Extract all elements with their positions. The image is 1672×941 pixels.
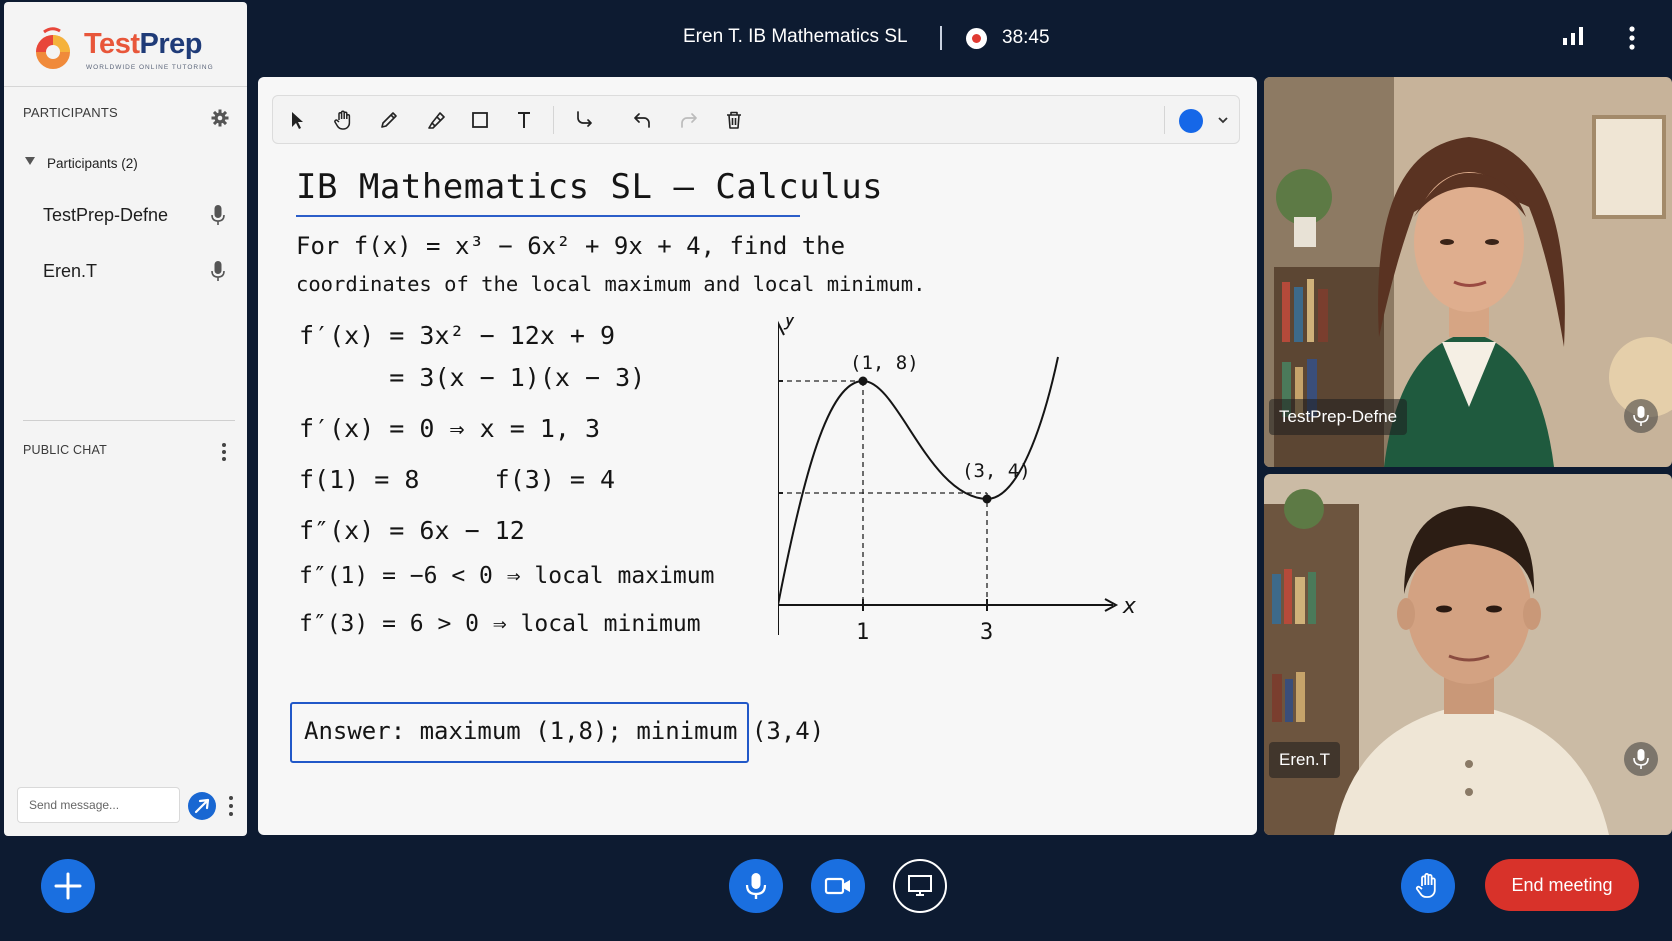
- gear-icon[interactable]: [211, 109, 229, 127]
- y-axis-label: y: [783, 317, 796, 330]
- solution-step: f′(x) = 3x² − 12x + 9: [299, 321, 616, 350]
- plus-icon: [54, 872, 82, 900]
- solution-step: f″(1) = −6 < 0 ⇒ local maximum: [299, 563, 715, 589]
- sidebar-divider: [23, 420, 235, 421]
- problem-line: coordinates of the local maximum and loc…: [296, 272, 926, 296]
- solution-step: f″(x) = 6x − 12: [299, 516, 525, 545]
- testprep-logo: TestPrep WORLDWIDE ONLINE TUTORING: [30, 24, 220, 74]
- hand-icon[interactable]: [331, 108, 355, 132]
- video-camera-icon: [824, 877, 850, 895]
- whiteboard-toolbar: [272, 95, 1240, 144]
- meeting-title: Eren T. IB Mathematics SL: [683, 26, 908, 47]
- trash-icon[interactable]: [722, 108, 746, 132]
- microphone-icon: [211, 261, 225, 281]
- answer-text: Answer: maximum (1,8); minimum (3,4): [304, 717, 825, 745]
- video-tile-tutor[interactable]: TestPrep-Defne: [1264, 77, 1672, 467]
- color-picker[interactable]: [1179, 109, 1203, 133]
- x-tick-label: 3: [980, 620, 993, 645]
- logo-part-test: Test: [84, 28, 140, 60]
- public-chat-title: PUBLIC CHAT: [23, 443, 107, 457]
- min-point-label: (3, 4): [962, 460, 1031, 482]
- raise-hand-button[interactable]: [1401, 859, 1455, 913]
- solution-step: f′(x) = 0 ⇒ x = 1, 3: [299, 414, 601, 443]
- logo-part-prep: Prep: [139, 28, 202, 60]
- video-mic-status[interactable]: [1624, 742, 1658, 776]
- max-point-label: (1, 8): [850, 352, 919, 374]
- select-icon[interactable]: [285, 108, 309, 132]
- recording-icon: [966, 28, 987, 49]
- participants-section-title: PARTICIPANTS: [23, 105, 118, 120]
- x-tick-label: 1: [856, 620, 869, 645]
- redo-icon[interactable]: [677, 108, 701, 132]
- solution-step: f(1) = 8 f(3) = 4: [299, 465, 616, 494]
- participant-name: Eren.T: [43, 261, 98, 281]
- video-mic-status[interactable]: [1624, 399, 1658, 433]
- video-name-label: TestPrep-Defne: [1269, 399, 1408, 435]
- logo-wordmark: TestPrep: [84, 28, 202, 61]
- screen-share-button[interactable]: [893, 859, 947, 913]
- rectangle-icon[interactable]: [468, 108, 492, 132]
- chat-options-icon[interactable]: [220, 442, 228, 462]
- microphone-icon: [1633, 749, 1649, 769]
- text-icon[interactable]: [512, 108, 536, 132]
- connector-icon[interactable]: [573, 108, 597, 132]
- problem-line: For f(x) = x³ − 6x² + 9x + 4, find the: [296, 232, 846, 260]
- microphone-icon: [211, 205, 225, 225]
- send-icon: [194, 798, 210, 814]
- logo-tagline: WORLDWIDE ONLINE TUTORING: [86, 64, 214, 71]
- function-graph: 0 4 8 1 3 x y (1, 8) (3, 4): [778, 317, 1136, 645]
- end-meeting-button[interactable]: End meeting: [1485, 859, 1639, 911]
- chevron-down-icon[interactable]: [1217, 114, 1229, 126]
- microphone-icon: [1633, 406, 1649, 426]
- add-button[interactable]: [41, 859, 95, 913]
- participant-name: TestPrep-Defne: [43, 205, 169, 225]
- participant-row[interactable]: Eren.T: [4, 251, 247, 291]
- more-chat-options-icon[interactable]: [227, 795, 235, 817]
- video-name-label: Eren.T: [1269, 742, 1341, 778]
- send-message-button[interactable]: [188, 792, 216, 820]
- pencil-icon[interactable]: [377, 108, 401, 132]
- camera-toggle-button[interactable]: [811, 859, 865, 913]
- title-underline: [296, 215, 800, 217]
- sidebar-divider: [4, 86, 247, 87]
- microphone-icon: [745, 873, 767, 899]
- logo-mark-icon: [36, 27, 70, 69]
- microphone-toggle-button[interactable]: [729, 859, 783, 913]
- min-point: [982, 494, 992, 504]
- screen-share-icon: [908, 875, 932, 896]
- answer-box: Answer: maximum (1,8); minimum (3,4): [290, 702, 824, 763]
- top-bar: Eren T. IB Mathematics SL 38:45: [0, 0, 1672, 78]
- title-divider: [940, 26, 942, 50]
- participant-row[interactable]: TestPrep-Defne: [4, 195, 247, 235]
- collapse-caret-icon[interactable]: [25, 157, 35, 165]
- solution-step: = 3(x − 1)(x − 3): [299, 363, 646, 392]
- participants-group-toggle[interactable]: Participants (2): [47, 156, 138, 171]
- video-tile-student[interactable]: Eren.T: [1264, 474, 1672, 835]
- whiteboard[interactable]: IB Mathematics SL — Calculus For f(x) = …: [258, 77, 1257, 835]
- connection-signal-icon[interactable]: [1562, 26, 1584, 46]
- more-options-icon[interactable]: [1624, 24, 1640, 52]
- sidebar: TestPrep WORLDWIDE ONLINE TUTORING PARTI…: [4, 2, 247, 836]
- whiteboard-title: IB Mathematics SL — Calculus: [296, 167, 884, 207]
- meeting-timer: 38:45: [1002, 27, 1050, 48]
- toolbar-divider: [1164, 106, 1165, 134]
- raise-hand-icon: [1415, 873, 1436, 898]
- student-video-feed: [1264, 474, 1672, 835]
- x-axis-label: x: [1122, 594, 1136, 619]
- chat-message-input[interactable]: [17, 787, 180, 823]
- undo-icon[interactable]: [630, 108, 654, 132]
- solution-step: f″(3) = 6 > 0 ⇒ local minimum: [299, 611, 701, 637]
- toolbar-divider: [553, 106, 554, 134]
- max-point: [858, 376, 868, 386]
- highlighter-icon[interactable]: [425, 108, 449, 132]
